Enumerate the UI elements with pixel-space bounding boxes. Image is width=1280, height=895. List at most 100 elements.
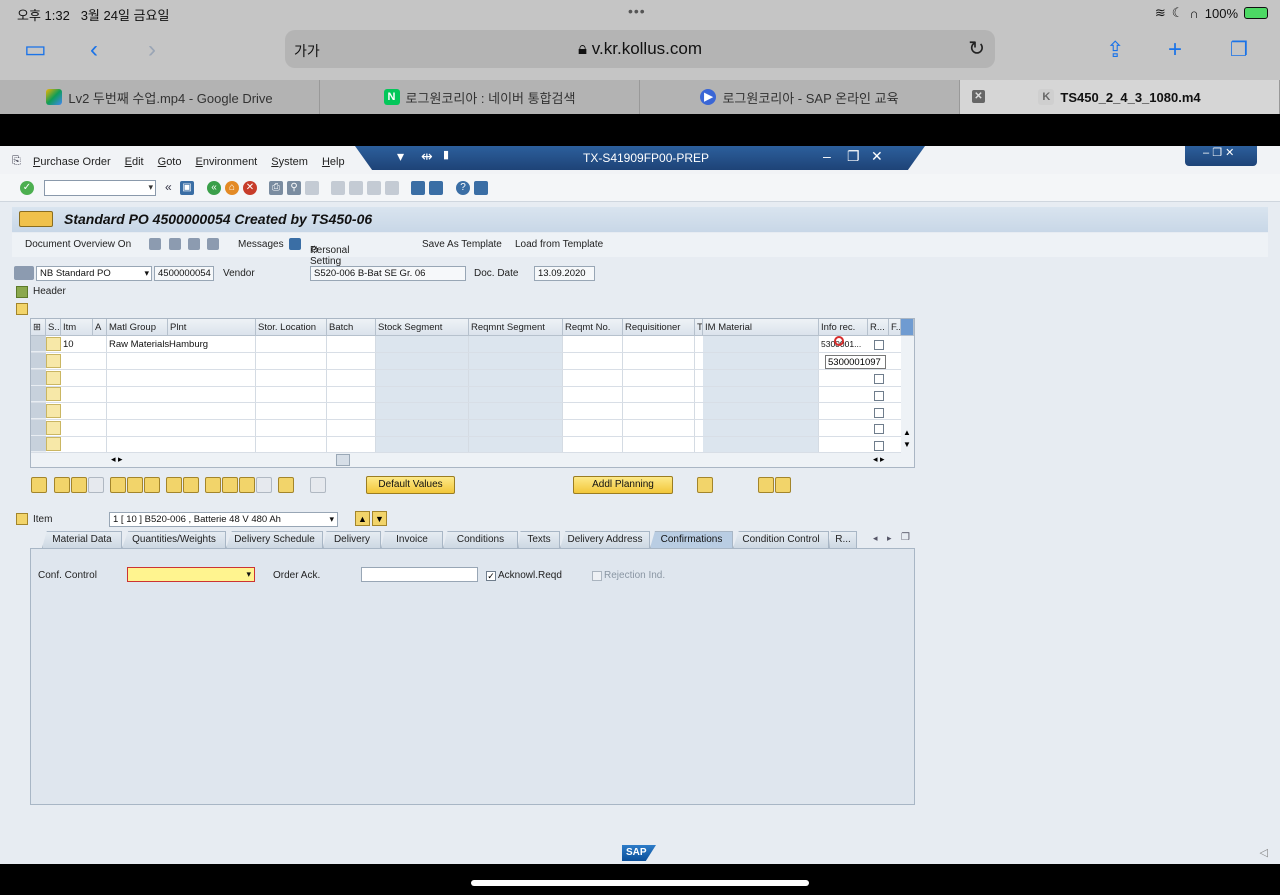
table-row[interactable]	[31, 436, 914, 453]
exit-icon[interactable]: ⌂	[225, 181, 239, 195]
share-icon[interactable]: ⇪	[1106, 36, 1124, 64]
menu-purchase-order[interactable]: Purchase Order	[33, 156, 111, 168]
checkbox[interactable]	[874, 424, 884, 434]
tab-delivery[interactable]: Delivery	[323, 531, 381, 548]
scroll-left-icon[interactable]: ◂ ▸	[111, 454, 123, 465]
planning-icon[interactable]	[697, 477, 713, 493]
command-field[interactable]: ▾	[44, 180, 156, 196]
vertical-scrollbar[interactable]: ▲ ▼	[901, 336, 914, 453]
tab-more[interactable]: R...	[829, 531, 857, 548]
col-info-rec[interactable]: Info rec.	[819, 319, 868, 336]
help-icon[interactable]: ?	[456, 181, 470, 195]
checkbox[interactable]	[874, 340, 884, 350]
first-page-icon[interactable]	[331, 181, 345, 195]
pin-icon[interactable]: ⇹	[421, 148, 433, 165]
tab-delivery-schedule[interactable]: Delivery Schedule	[226, 531, 323, 548]
forward-icon[interactable]: ›	[148, 36, 156, 64]
vendor-field[interactable]: S520-006 B-Bat SE Gr. 06	[310, 266, 466, 281]
unlock-icon[interactable]	[144, 477, 160, 493]
col-batch[interactable]: Batch	[327, 319, 376, 336]
default-values-button[interactable]: Default Values	[366, 476, 455, 494]
messages-button[interactable]: Messages	[238, 239, 284, 250]
document-overview-button[interactable]: Document Overview On	[25, 239, 131, 250]
next-item-icon[interactable]: ▼	[372, 511, 387, 526]
previous-page-icon[interactable]	[349, 181, 363, 195]
tabs-overview-icon[interactable]: ❐	[1230, 36, 1248, 64]
layout-icon[interactable]	[310, 477, 326, 493]
layout-menu-icon[interactable]	[474, 181, 488, 195]
last-page-icon[interactable]	[385, 181, 399, 195]
table-row[interactable]	[31, 370, 914, 387]
item-select[interactable]: 1 [ 10 ] B520-006 , Batterie 48 V 480 Ah…	[109, 512, 338, 527]
insert-icon[interactable]	[71, 477, 87, 493]
table-row[interactable]	[31, 386, 914, 403]
tab-google-drive[interactable]: Lv2 두번째 수업.mp4 - Google Drive	[0, 80, 320, 114]
checkbox[interactable]	[874, 374, 884, 384]
row-selector[interactable]	[31, 386, 46, 402]
sort-desc-icon[interactable]	[222, 477, 238, 493]
select-all-icon[interactable]: ⊞	[31, 319, 46, 336]
status-bar-toggle-icon[interactable]: ◁	[1260, 846, 1268, 859]
print-icon[interactable]: ⎙	[269, 181, 283, 195]
menu-goto[interactable]: Goto	[158, 156, 182, 168]
menu-system[interactable]: System	[271, 156, 308, 168]
display-change-icon[interactable]	[169, 238, 181, 250]
delete-icon[interactable]	[110, 477, 126, 493]
tab-video[interactable]: ✕ K TS450_2_4_3_1080.m4	[960, 80, 1280, 114]
account-icon[interactable]	[758, 477, 774, 493]
col-t[interactable]: T	[695, 319, 703, 336]
conf-control-select[interactable]: ▾	[127, 567, 255, 582]
tab-invoice[interactable]: Invoice	[381, 531, 443, 548]
find-icon[interactable]: ⚲	[287, 181, 301, 195]
tab-scroll-right-icon[interactable]: ▸	[887, 533, 892, 544]
doc-date-field[interactable]: 13.09.2020	[534, 266, 595, 281]
sidebar-icon[interactable]: ▭	[24, 36, 47, 64]
copy-icon[interactable]	[54, 477, 70, 493]
row-selector[interactable]	[31, 353, 46, 369]
select-all-rows-icon[interactable]	[166, 477, 182, 493]
po-number-field[interactable]: 4500000054	[154, 266, 214, 281]
print-list-icon[interactable]	[278, 477, 294, 493]
scroll-up-icon[interactable]: ▲	[903, 428, 911, 437]
filter-delete-icon[interactable]	[256, 477, 272, 493]
tab-scroll-left-icon[interactable]: ◂	[873, 533, 878, 544]
col-plant[interactable]: Plnt	[168, 319, 256, 336]
close-tab-icon[interactable]: ✕	[972, 90, 985, 103]
po-type-select[interactable]: NB Standard PO ▾	[36, 266, 152, 281]
minimize-icon[interactable]: –	[823, 148, 831, 164]
expand-header-icon[interactable]	[16, 286, 28, 298]
cell-matl-group[interactable]: Raw Materials	[109, 339, 169, 350]
tab-list-icon[interactable]: ❐	[901, 532, 910, 543]
paste-icon[interactable]	[88, 477, 104, 493]
order-ack-field[interactable]	[361, 567, 478, 582]
table-settings-icon[interactable]	[901, 319, 914, 336]
back-icon[interactable]: «	[207, 181, 221, 195]
enter-check-icon[interactable]: ✓	[20, 181, 34, 195]
address-bar[interactable]: 가가 🔒︎ v.kr.kollus.com ↻	[285, 30, 995, 68]
menu-help[interactable]: Help	[322, 156, 345, 168]
table-row[interactable]	[31, 353, 914, 370]
row-selector[interactable]	[31, 420, 46, 436]
restore-icon[interactable]: ❐	[847, 148, 860, 165]
col-stock-segment[interactable]: Stock Segment	[376, 319, 469, 336]
scroll-down-icon[interactable]: ▼	[903, 440, 911, 449]
chevron-down-icon[interactable]: ▾	[148, 182, 153, 193]
col-stor-location[interactable]: Stor. Location	[256, 319, 327, 336]
save-template-button[interactable]: Save As Template	[422, 239, 502, 250]
horizontal-scrollbar[interactable]: ◂ ▸ ◂ ▸	[31, 453, 914, 467]
checkbox[interactable]	[874, 391, 884, 401]
checkbox[interactable]	[874, 408, 884, 418]
back-icon[interactable]: ‹	[90, 36, 98, 64]
col-matl-group[interactable]: Matl Group	[107, 319, 168, 336]
tab-texts[interactable]: Texts	[518, 531, 560, 548]
collapse-icon[interactable]: «	[165, 180, 172, 194]
hold-icon[interactable]	[207, 238, 219, 250]
sap-system-icon[interactable]: ⎘	[12, 155, 21, 168]
new-tab-icon[interactable]: +	[1168, 36, 1182, 64]
multitask-dots-icon[interactable]: •••	[628, 3, 646, 19]
col-reqmnt-segment[interactable]: Reqmnt Segment	[469, 319, 563, 336]
addl-planning-button[interactable]: Addl Planning	[573, 476, 673, 494]
win-close-icon[interactable]: ✕	[1225, 147, 1234, 159]
info-icon[interactable]	[289, 238, 301, 250]
table-row[interactable]	[31, 403, 914, 420]
